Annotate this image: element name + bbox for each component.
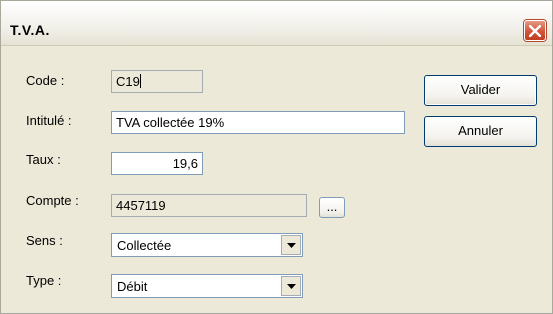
window-title: T.V.A.	[10, 22, 50, 38]
chevron-down-icon	[287, 284, 296, 289]
type-label: Type :	[26, 273, 62, 288]
compte-browse-button[interactable]: ...	[319, 197, 345, 218]
code-value: C19	[116, 74, 140, 89]
sens-selected-value: Collectée	[117, 238, 172, 253]
taux-label: Taux :	[26, 152, 61, 167]
annuler-button[interactable]: Annuler	[424, 116, 537, 147]
close-x-icon	[529, 25, 541, 37]
valider-button[interactable]: Valider	[424, 75, 537, 106]
taux-field[interactable]: 19,6	[111, 152, 203, 175]
code-label: Code :	[26, 73, 65, 88]
text-cursor	[139, 74, 141, 88]
type-select[interactable]: Débit	[111, 274, 303, 298]
close-button[interactable]	[524, 20, 546, 41]
sens-label: Sens :	[26, 233, 63, 248]
type-dropdown-button[interactable]	[281, 276, 301, 296]
title-bar[interactable]: T.V.A.	[1, 1, 552, 46]
chevron-down-icon	[287, 243, 296, 248]
tva-dialog: T.V.A. Code : C19 Intitulé : TVA collect…	[0, 0, 553, 314]
code-field[interactable]: C19	[111, 70, 203, 93]
sens-select[interactable]: Collectée	[111, 233, 303, 257]
type-selected-value: Débit	[117, 279, 148, 294]
compte-field[interactable]: 4457119	[111, 194, 307, 217]
compte-label: Compte :	[26, 193, 79, 208]
sens-dropdown-button[interactable]	[281, 235, 301, 255]
intitule-field[interactable]: TVA collectée 19%	[111, 111, 405, 134]
intitule-label: Intitulé :	[26, 113, 72, 128]
